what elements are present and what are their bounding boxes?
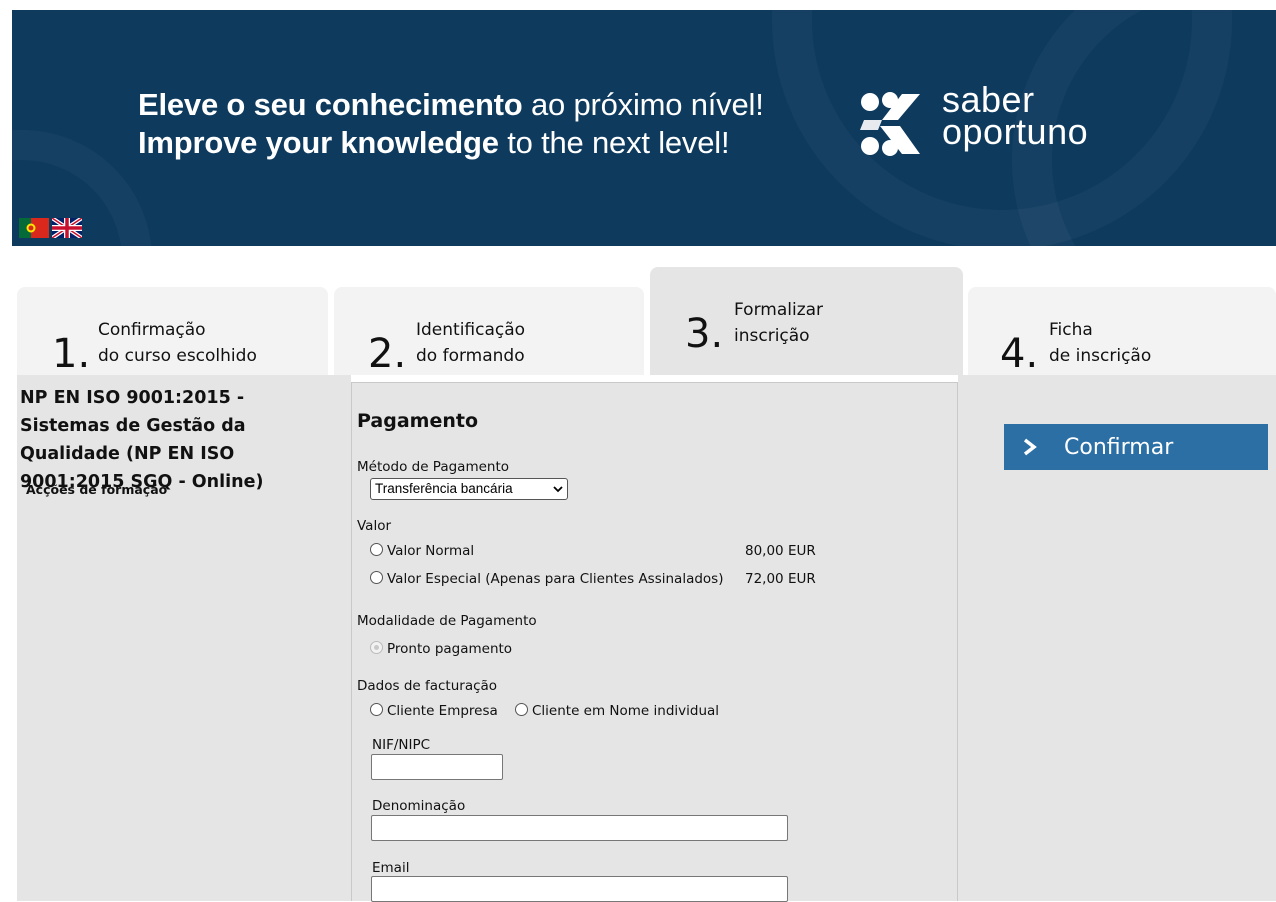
step-2-label-line1: Identificação bbox=[416, 320, 526, 340]
language-switcher bbox=[19, 218, 82, 238]
nif-label: NIF/NIPC bbox=[372, 737, 431, 753]
value-normal-radio[interactable] bbox=[370, 543, 383, 556]
value-normal-amount: 80,00 EUR bbox=[745, 543, 816, 559]
saber-oportuno-logo: saber oportuno bbox=[858, 82, 1158, 176]
billing-company-label: Cliente Empresa bbox=[387, 703, 498, 719]
billing-individual-label: Cliente em Nome individual bbox=[532, 703, 720, 719]
step-4-number: 4. bbox=[1000, 331, 1039, 377]
step-3-label-line2: inscrição bbox=[734, 326, 810, 346]
chevron-down-icon bbox=[553, 486, 563, 493]
billing-label: Dados de facturação bbox=[357, 678, 498, 694]
step-2-number: 2. bbox=[368, 331, 407, 377]
confirm-button[interactable]: Confirmar bbox=[1004, 424, 1268, 470]
value-special-label: Valor Especial (Apenas para Clientes Ass… bbox=[387, 571, 724, 587]
tagline-en-rest: to the next level! bbox=[498, 125, 730, 160]
value-normal-label: Valor Normal bbox=[387, 543, 475, 559]
billing-company-option[interactable]: Cliente Empresa bbox=[370, 703, 498, 719]
modality-option-label: Pronto pagamento bbox=[387, 641, 513, 657]
logo-word-oportuno: oportuno bbox=[942, 111, 1089, 152]
value-special-option[interactable]: Valor Especial (Apenas para Clientes Ass… bbox=[370, 571, 723, 587]
step-4-label-line1: Ficha bbox=[1049, 320, 1093, 340]
payment-method-value: Transferência bancária bbox=[375, 481, 513, 496]
nif-input[interactable] bbox=[371, 754, 503, 780]
billing-individual-radio[interactable] bbox=[515, 703, 528, 716]
logo-mark-icon bbox=[860, 92, 920, 156]
value-special-amount: 72,00 EUR bbox=[745, 571, 816, 587]
step-3-tab[interactable]: 3. Formalizar inscrição bbox=[650, 267, 963, 375]
modality-radio bbox=[370, 641, 383, 654]
uk-flag-icon[interactable] bbox=[52, 218, 82, 238]
step-2-tab[interactable]: 2. Identificação do formando bbox=[334, 287, 644, 375]
banner-tagline: Eleve o seu conhecimento ao próximo níve… bbox=[138, 86, 764, 162]
tagline-pt-rest: ao próximo nível! bbox=[522, 87, 764, 122]
step-3-label-line1: Formalizar bbox=[734, 300, 824, 320]
confirm-button-label: Confirmar bbox=[1064, 434, 1174, 460]
step-4-label-line2: de inscrição bbox=[1049, 346, 1152, 366]
payment-modality-label: Modalidade de Pagamento bbox=[357, 613, 537, 629]
chevron-right-icon bbox=[1023, 438, 1037, 456]
denominacao-label: Denominação bbox=[372, 798, 466, 814]
course-title: NP EN ISO 9001:2015 - Sistemas de Gestão… bbox=[20, 388, 264, 492]
header-banner: Eleve o seu conhecimento ao próximo níve… bbox=[12, 10, 1276, 246]
billing-company-radio[interactable] bbox=[370, 703, 383, 716]
payment-heading: Pagamento bbox=[357, 410, 479, 432]
step-1-label-line1: Confirmação bbox=[98, 320, 206, 340]
step-3-number: 3. bbox=[685, 311, 724, 357]
value-normal-option[interactable]: Valor Normal bbox=[370, 543, 474, 559]
email-input[interactable] bbox=[371, 876, 788, 902]
step-1-label-line2: do curso escolhido bbox=[98, 346, 257, 366]
registration-steps: 1. Confirmação do curso escolhido 2. Ide… bbox=[0, 267, 1276, 375]
portuguese-flag-icon[interactable] bbox=[19, 218, 49, 238]
denominacao-input[interactable] bbox=[371, 815, 788, 841]
step-1-number: 1. bbox=[52, 331, 91, 377]
step-2-label-line2: do formando bbox=[416, 346, 525, 366]
tagline-pt-bold: Eleve o seu conhecimento bbox=[138, 87, 523, 122]
value-special-radio[interactable] bbox=[370, 571, 383, 584]
tagline-en-bold: Improve your knowledge bbox=[138, 125, 499, 160]
step-4-tab[interactable]: 4. Ficha de inscrição bbox=[968, 287, 1276, 375]
step-1-tab[interactable]: 1. Confirmação do curso escolhido bbox=[17, 287, 328, 375]
training-actions-label: Acções de formação bbox=[26, 482, 168, 497]
payment-method-select[interactable]: Transferência bancária bbox=[370, 478, 568, 500]
value-label: Valor bbox=[357, 518, 392, 534]
modality-option: Pronto pagamento bbox=[370, 641, 512, 657]
email-label: Email bbox=[372, 860, 410, 876]
payment-method-label: Método de Pagamento bbox=[357, 459, 510, 475]
billing-individual-option[interactable]: Cliente em Nome individual bbox=[515, 703, 719, 719]
